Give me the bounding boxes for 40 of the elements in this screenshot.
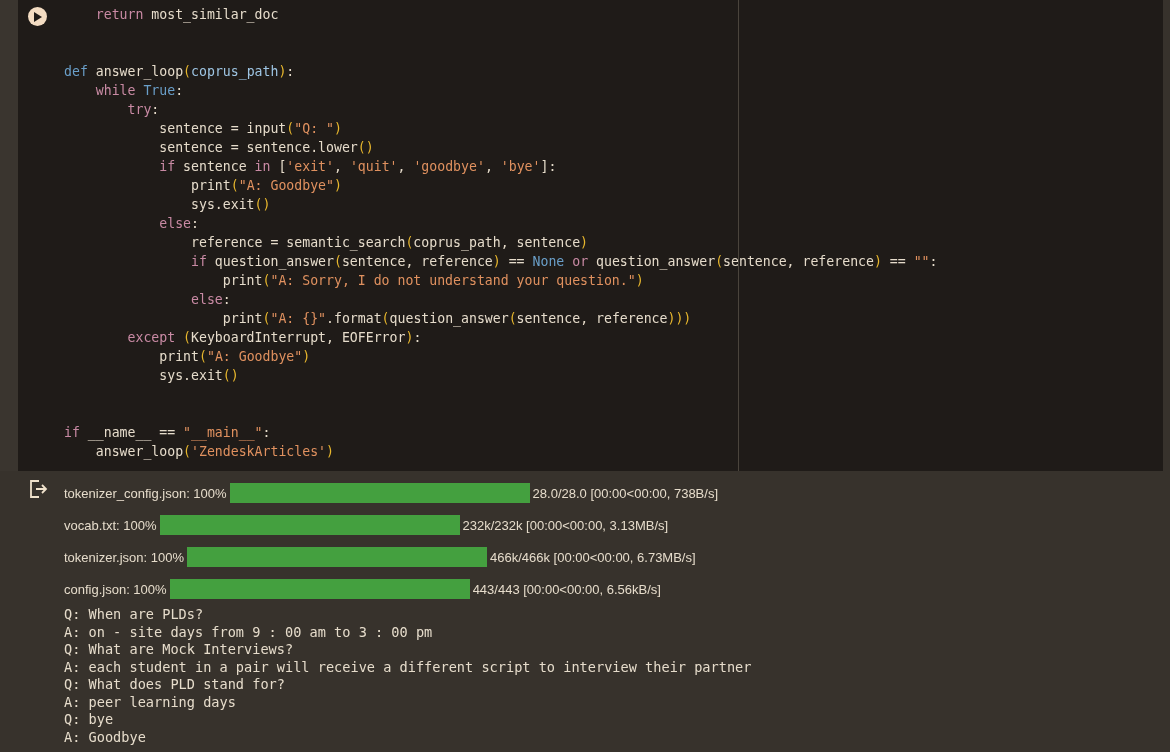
code-line: return most_similar_doc — [94, 6, 279, 24]
output-icon[interactable] — [28, 479, 48, 499]
code-line: sentence = input("Q: ") — [158, 120, 342, 138]
code-line: sentence = sentence.lower() — [158, 139, 374, 157]
code-line: print("A: Goodbye") — [190, 177, 342, 195]
progress-label: config.json: 100% — [64, 581, 167, 597]
progress-label: tokenizer_config.json: 100% — [64, 485, 227, 501]
output-line: Q: bye — [64, 711, 115, 729]
code-line: while True: — [94, 82, 184, 100]
code-line: print("A: Sorry, I do not understand your question.") — [221, 272, 644, 290]
output-line: A: Goodbye — [64, 728, 147, 746]
code-line: def answer_loop(coprus_path): — [64, 63, 295, 81]
output-line: A: peer learning days — [64, 693, 237, 711]
code-line: else: — [158, 215, 199, 233]
output-line: A: each student in a pair will receive a different script to interview their partner — [64, 658, 753, 676]
code-line: print("A: Goodbye") — [158, 348, 311, 366]
code-line: if sentence in ['exit', 'quit', 'goodbye', 'bye']: — [158, 158, 557, 176]
output-line: Q: What are Mock Interviews? — [64, 641, 295, 659]
progress-label: vocab.txt: 100% — [64, 517, 157, 533]
output-line: A: on - site days from 9 : 00 am to 3 : 00 pm — [64, 623, 434, 641]
output-line: Q: What does PLD stand for? — [64, 676, 286, 694]
progress-stats: 28.0/28.0 [00:00<00:00, 738B/s] — [532, 485, 718, 501]
code-line: sys.exit() — [158, 367, 239, 385]
progress-stats: 443/443 [00:00<00:00, 6.56kB/s] — [472, 581, 661, 597]
code-line: answer_loop('ZendeskArticles') — [94, 443, 334, 461]
code-editor[interactable] — [18, 0, 1163, 471]
progress-stats: 466k/466k [00:00<00:00, 6.73MB/s] — [489, 549, 696, 565]
run-button[interactable] — [28, 7, 47, 26]
progress-label: tokenizer.json: 100% — [64, 549, 184, 565]
play-icon — [33, 11, 42, 22]
code-line: print("A: {}".format(question_answer(sentence, reference))) — [221, 310, 692, 328]
code-line: try: — [126, 101, 160, 119]
output-line: Q: When are PLDs? — [64, 606, 205, 624]
progress-stats: 232k/232k [00:00<00:00, 3.13MB/s] — [462, 517, 669, 533]
code-line: sys.exit() — [190, 196, 271, 214]
code-line: if question_answer(sentence, reference) == None or question_answer(sentence, reference) == "": — [190, 253, 938, 271]
code-line: reference = semantic_search(coprus_path, sentence) — [190, 234, 589, 252]
code-line: if __name__ == "__main__": — [64, 424, 271, 442]
code-line: else: — [190, 291, 231, 309]
code-line: except (KeyboardInterrupt, EOFError): — [126, 329, 422, 347]
